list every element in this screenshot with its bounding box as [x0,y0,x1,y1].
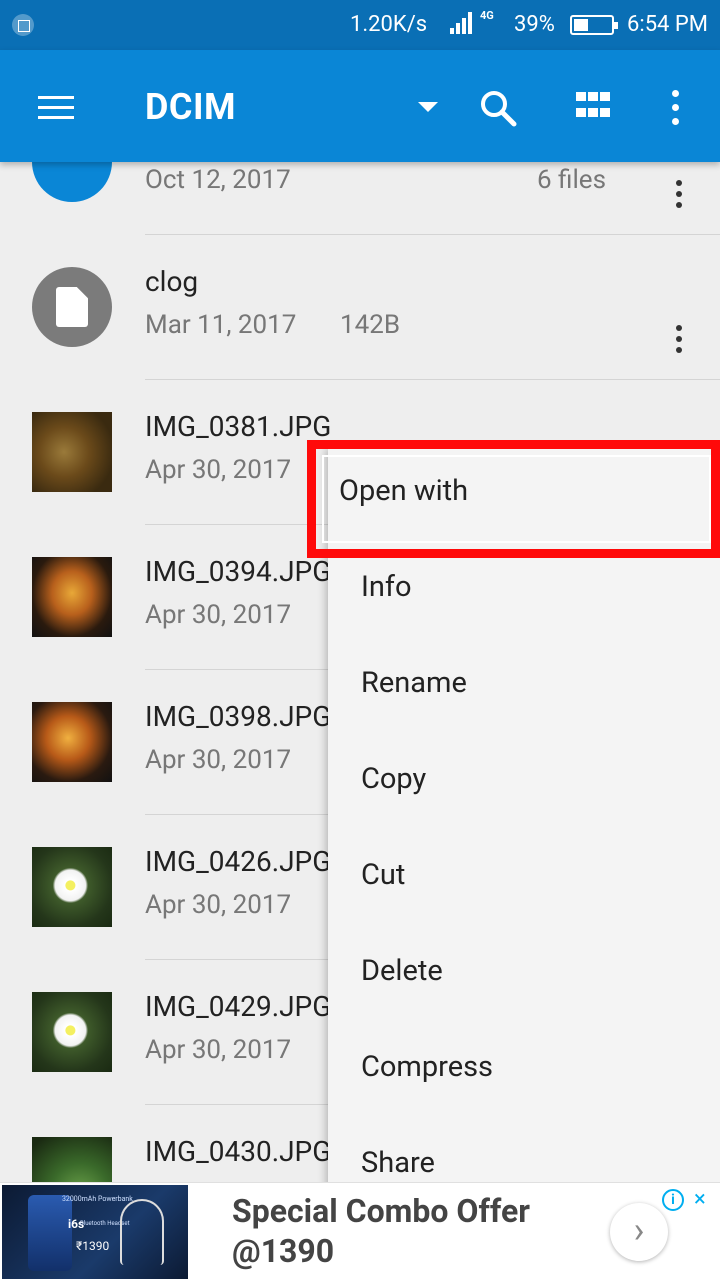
item-name: IMG_0381.JPG [145,410,332,443]
item-overflow-icon[interactable] [672,180,686,212]
dropdown-icon[interactable] [418,102,438,112]
item-date: Apr 30, 2017 [145,1035,292,1065]
item-name: clog [145,265,199,298]
image-thumbnail [32,992,112,1072]
list-item-clog[interactable]: clog Mar 11, 2017 142B [0,235,720,380]
item-name: IMG_0426.JPG [145,845,332,878]
item-name: IMG_0429.JPG [145,990,332,1023]
menu-item-label: Cut [361,858,406,892]
menu-item-label: Copy [361,762,427,796]
ad-info-icon[interactable]: i [662,1189,684,1211]
image-thumbnail [32,847,112,927]
menu-item-label: Delete [361,954,443,988]
context-menu: Info Rename Copy Cut Delete Compress Sha… [328,446,720,1196]
item-name: IMG_0430.JPG [145,1135,332,1168]
menu-item-compress[interactable]: Compress [328,1022,720,1118]
page-title: DCIM [145,86,236,128]
menu-item-label: Rename [361,666,467,700]
image-thumbnail [32,412,112,492]
item-date: Apr 30, 2017 [145,600,292,630]
item-size: 6 files [537,165,606,195]
menu-item-cut[interactable]: Cut [328,830,720,926]
menu-item-copy[interactable]: Copy [328,734,720,830]
search-icon[interactable] [478,88,518,128]
image-thumbnail [32,702,112,782]
menu-item-open-with[interactable]: Open with [339,474,468,508]
ad-image: 32000mAh Powerbank i6s Bluetooth Headset… [2,1185,188,1279]
ad-close-icon[interactable]: × [694,1187,706,1212]
menu-icon[interactable] [38,96,74,120]
menu-item-delete[interactable]: Delete [328,926,720,1022]
item-size: 142B [340,310,401,340]
powerbank-image [28,1195,72,1271]
menu-item-rename[interactable]: Rename [328,638,720,734]
overflow-icon[interactable] [668,90,682,126]
ad-image-price: ₹1390 [76,1239,110,1253]
earphones-image [120,1199,164,1265]
image-thumbnail [32,557,112,637]
item-date: Apr 30, 2017 [145,890,292,920]
ad-banner[interactable]: 32000mAh Powerbank i6s Bluetooth Headset… [0,1182,720,1280]
item-date: Oct 12, 2017 [145,165,291,195]
menu-item-label: Compress [361,1050,494,1084]
ad-arrow-button[interactable]: › [610,1203,668,1261]
grid-view-icon[interactable] [576,92,610,122]
item-overflow-icon[interactable] [672,325,686,357]
file-icon [32,267,112,347]
item-name: IMG_0398.JPG [145,700,332,733]
ad-headline: Special Combo Offer @1390 [232,1192,530,1270]
menu-item-label: Share [361,1146,435,1180]
item-name: IMG_0394.JPG [145,555,332,588]
item-date: Mar 11, 2017 [145,310,297,340]
app-bar: DCIM [0,50,720,162]
ad-image-text: 32000mAh Powerbank [62,1195,133,1203]
menu-item-label: Info [361,570,412,604]
item-date: Apr 30, 2017 [145,455,292,485]
item-date: Apr 30, 2017 [145,745,292,775]
